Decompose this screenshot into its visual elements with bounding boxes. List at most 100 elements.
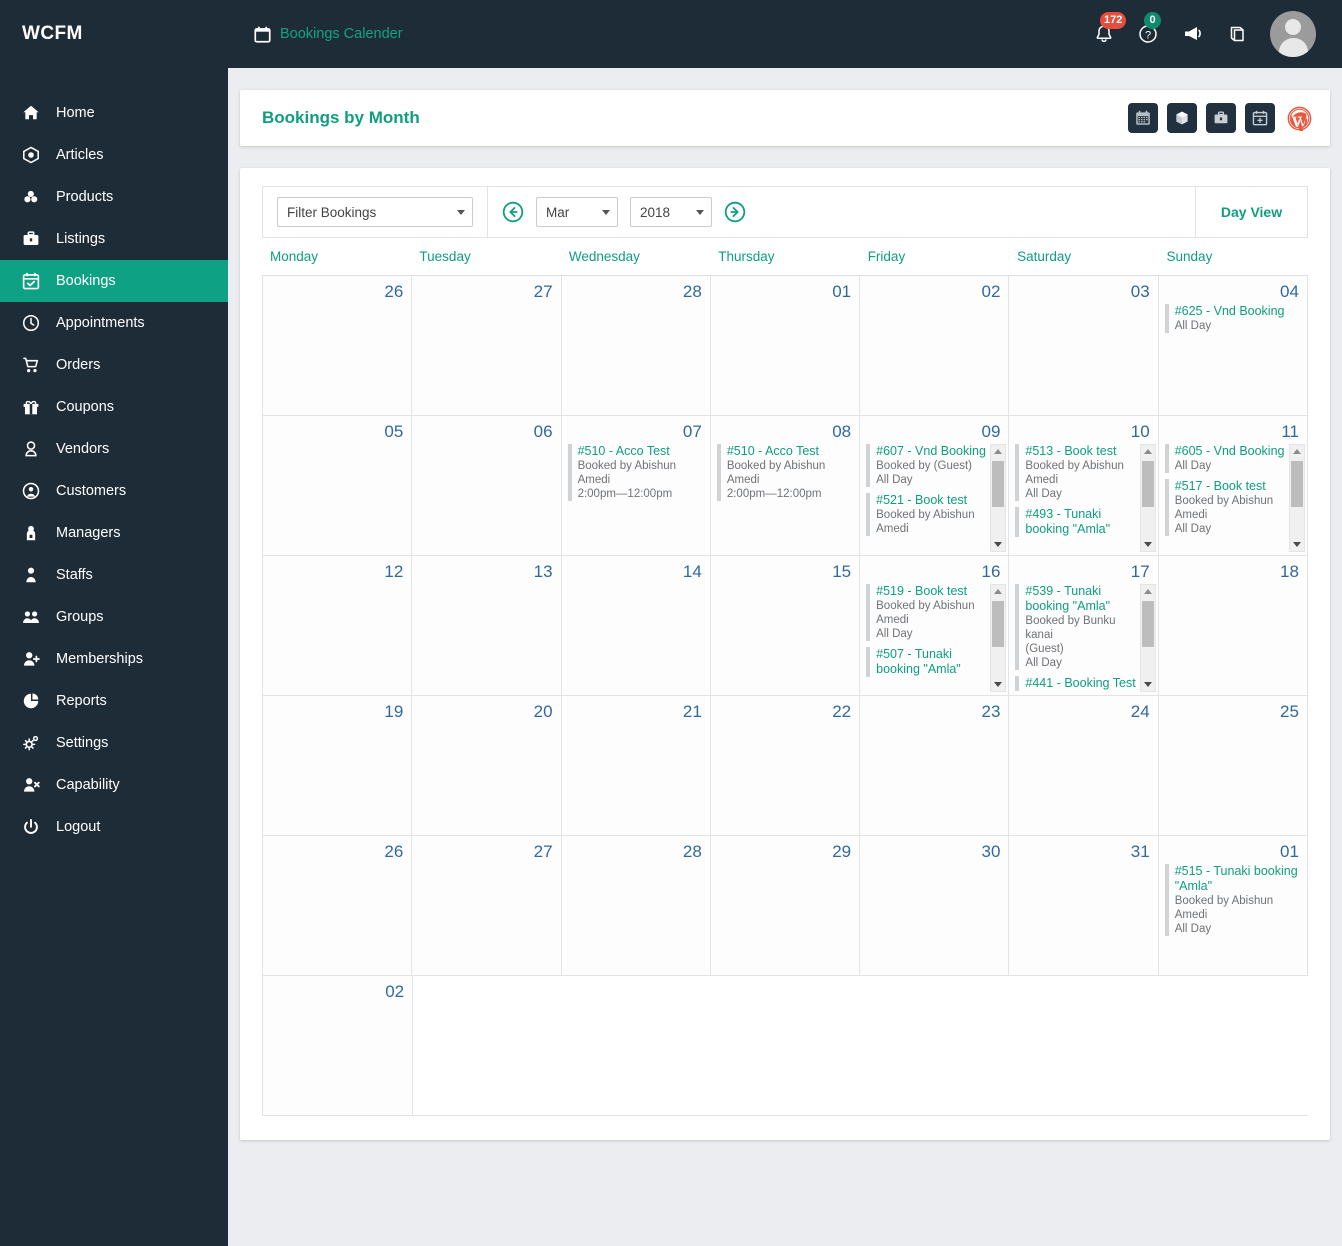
previous-month-button[interactable]	[502, 201, 524, 223]
scroll-up-icon[interactable]	[991, 445, 1005, 458]
booking-event[interactable]: #605 - Vnd Booking All Day	[1164, 444, 1285, 473]
scrollbar-thumb[interactable]	[1141, 601, 1154, 647]
sidebar-item-products[interactable]: Products	[0, 176, 228, 218]
sidebar-item-settings[interactable]: Settings	[0, 722, 228, 764]
booking-event[interactable]: #441 - Booking Test	[1015, 676, 1136, 691]
calendar-day-cell[interactable]: 19	[262, 696, 413, 835]
calendar-day-cell[interactable]: 01 #515 - Tunaki booking "Amla" Booked by …	[1158, 836, 1308, 975]
calendar-day-cell[interactable]: 29	[710, 836, 861, 975]
calendar-day-cell[interactable]: 03	[1009, 276, 1159, 415]
sidebar-item-staffs[interactable]: Staffs	[0, 554, 228, 596]
calendar-day-cell[interactable]: 26	[262, 276, 413, 415]
sidebar-item-coupons[interactable]: Coupons	[0, 386, 228, 428]
sidebar-item-appointments[interactable]: Appointments	[0, 302, 228, 344]
booking-event[interactable]: #607 - Vnd Booking Booked by (Guest) All D…	[866, 444, 986, 487]
breadcrumb-link[interactable]: Bookings Calender	[280, 26, 403, 42]
sidebar-item-groups[interactable]: Groups	[0, 596, 228, 638]
calendar-day-cell[interactable]: 07 #510 - Acco Test Booked by Abishun Amed…	[561, 416, 711, 555]
calendar-view-button[interactable]	[1128, 103, 1158, 133]
calendar-day-cell[interactable]: 28	[561, 836, 711, 975]
calendar-day-cell[interactable]: 17 #539 - Tunaki booking "Amla" Booked by …	[1009, 556, 1159, 695]
calendar-day-cell[interactable]: 23	[860, 696, 1010, 835]
sidebar-item-capability[interactable]: Capability	[0, 764, 228, 806]
scroll-down-icon[interactable]	[1141, 538, 1155, 551]
calendar-day-cell[interactable]: 08 #510 - Acco Test Booked by Abishun Amed…	[710, 416, 861, 555]
scrollbar-thumb[interactable]	[1141, 461, 1154, 507]
avatar[interactable]	[1270, 11, 1316, 57]
next-month-button[interactable]	[724, 201, 746, 223]
calendar-day-cell[interactable]: 31	[1009, 836, 1159, 975]
calendar-day-cell[interactable]: 14	[561, 556, 711, 695]
calendar-day-cell[interactable]: 24	[1009, 696, 1159, 835]
services-button[interactable]	[1206, 103, 1236, 133]
scroll-up-icon[interactable]	[991, 585, 1005, 598]
sidebar-item-customers[interactable]: Customers	[0, 470, 228, 512]
calendar-day-cell[interactable]: 18	[1158, 556, 1308, 695]
sidebar-item-bookings[interactable]: Bookings	[0, 260, 228, 302]
booking-event[interactable]: #510 - Acco Test Booked by Abishun Amedi 2…	[567, 444, 708, 501]
day-view-button[interactable]: Day View	[1221, 204, 1282, 220]
calendar-day-cell[interactable]: 06	[412, 416, 562, 555]
scroll-down-icon[interactable]	[1141, 678, 1155, 691]
calendar-day-cell[interactable]: 09 #607 - Vnd Booking Booked by (Guest) All…	[860, 416, 1010, 555]
booking-event[interactable]: #507 - Tunaki booking "Amla"	[866, 647, 986, 677]
calendar-day-cell[interactable]: 15	[710, 556, 861, 695]
calendar-day-cell[interactable]: 27	[412, 276, 562, 415]
booking-event[interactable]: #510 - Acco Test Booked by Abishun Amedi 2…	[716, 444, 857, 501]
booking-event[interactable]: #521 - Book test Booked by Abishun Amedi	[866, 493, 986, 536]
scroll-up-icon[interactable]	[1141, 445, 1155, 458]
calendar-day-cell[interactable]: 21	[561, 696, 711, 835]
scroll-down-icon[interactable]	[1290, 538, 1304, 551]
calendar-day-cell[interactable]: 26	[262, 836, 413, 975]
day-events-scrollbar[interactable]	[1288, 444, 1305, 552]
megaphone-icon[interactable]	[1182, 25, 1204, 43]
calendar-day-cell[interactable]: 12	[262, 556, 413, 695]
calendar-day-cell[interactable]: 30	[860, 836, 1010, 975]
sidebar-item-vendors[interactable]: Vendors	[0, 428, 228, 470]
calendar-day-cell[interactable]: 13	[412, 556, 562, 695]
wordpress-button[interactable]	[1284, 103, 1314, 133]
sidebar-item-home[interactable]: Home	[0, 92, 228, 134]
sidebar-item-listings[interactable]: Listings	[0, 218, 228, 260]
sidebar-item-memberships[interactable]: Memberships	[0, 638, 228, 680]
scroll-down-icon[interactable]	[991, 678, 1005, 691]
book-icon[interactable]	[1228, 25, 1246, 43]
day-events-scrollbar[interactable]	[990, 584, 1007, 692]
filter-bookings-select[interactable]: Filter Bookings	[277, 197, 473, 227]
resources-button[interactable]	[1167, 103, 1197, 133]
booking-event[interactable]: #513 - Book test Booked by Abishun Amedi Al…	[1015, 444, 1135, 501]
sidebar-item-logout[interactable]: Logout	[0, 806, 228, 848]
day-events-scrollbar[interactable]	[1139, 584, 1156, 692]
scroll-up-icon[interactable]	[1290, 445, 1304, 458]
calendar-day-cell[interactable]: 11 #605 - Vnd Booking All Day #517 - Book t…	[1158, 416, 1308, 555]
booking-event[interactable]: #519 - Book test Booked by Abishun Amedi Al…	[866, 584, 986, 641]
scrollbar-thumb[interactable]	[992, 461, 1005, 507]
calendar-day-cell[interactable]: 16 #519 - Book test Booked by Abishun Amedi…	[860, 556, 1010, 695]
booking-event[interactable]: #625 - Vnd Booking All Day	[1164, 304, 1305, 333]
calendar-day-cell[interactable]: 04 #625 - Vnd Booking All Day	[1158, 276, 1308, 415]
calendar-day-cell[interactable]: 20	[412, 696, 562, 835]
year-select[interactable]: 2018	[630, 197, 712, 227]
calendar-day-cell[interactable]: 25	[1158, 696, 1308, 835]
booking-event[interactable]: #515 - Tunaki booking "Amla" Booked by Ab…	[1164, 864, 1305, 936]
sidebar-item-reports[interactable]: Reports	[0, 680, 228, 722]
calendar-day-cell[interactable]: 01	[710, 276, 861, 415]
notifications-button[interactable]: 172	[1094, 12, 1127, 44]
calendar-day-cell[interactable]: 10 #513 - Book test Booked by Abishun Amedi…	[1009, 416, 1159, 555]
calendar-day-cell[interactable]: 05	[262, 416, 413, 555]
booking-event[interactable]: #517 - Book test Booked by Abishun Amedi Al…	[1164, 479, 1285, 536]
sidebar-item-managers[interactable]: Managers	[0, 512, 228, 554]
sidebar-item-articles[interactable]: Articles	[0, 134, 228, 176]
calendar-day-cell[interactable]: 22	[710, 696, 861, 835]
booking-event[interactable]: #493 - Tunaki booking "Amla"	[1015, 507, 1135, 537]
calendar-day-cell[interactable]: 27	[412, 836, 562, 975]
brand-logo[interactable]: WCFM	[0, 0, 228, 68]
month-select[interactable]: Mar	[536, 197, 618, 227]
add-booking-button[interactable]	[1245, 103, 1275, 133]
scrollbar-thumb[interactable]	[1290, 461, 1303, 507]
day-events-scrollbar[interactable]	[990, 444, 1007, 552]
day-events-scrollbar[interactable]	[1139, 444, 1156, 552]
calendar-day-cell[interactable]: 02	[262, 976, 414, 1115]
booking-event[interactable]: #539 - Tunaki booking "Amla" Booked by Bu…	[1015, 584, 1135, 670]
scroll-up-icon[interactable]	[1141, 585, 1155, 598]
